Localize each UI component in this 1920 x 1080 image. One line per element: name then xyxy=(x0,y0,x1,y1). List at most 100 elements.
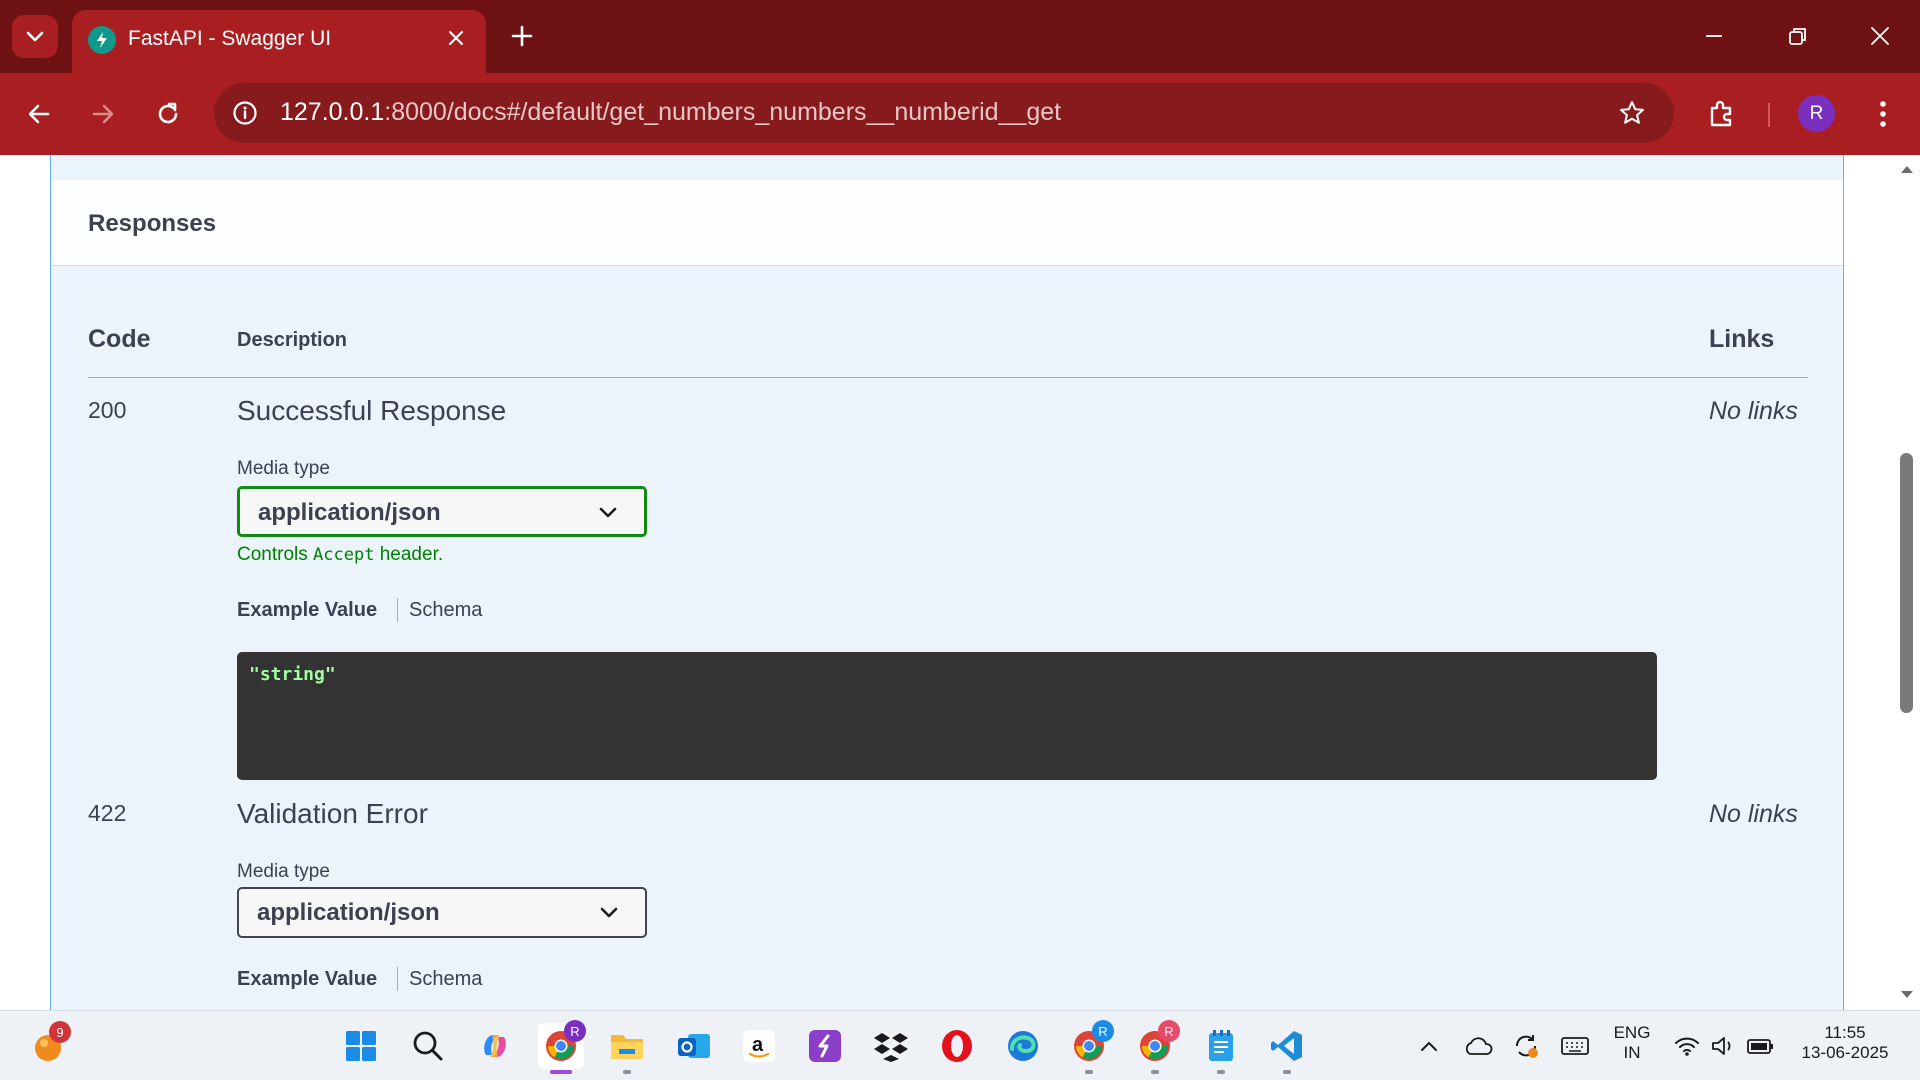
tab-title: FastAPI - Swagger UI xyxy=(128,27,332,50)
url-host: 127.0.0.1 xyxy=(280,98,385,126)
clock-time: 11:55 xyxy=(1824,1023,1866,1042)
notepad-icon[interactable] xyxy=(1198,1023,1244,1074)
scroll-up-arrow-icon[interactable] xyxy=(1899,163,1915,175)
swagger-page: Responses Code Description Links 200 Suc… xyxy=(0,155,1920,1010)
media-type-value: application/json xyxy=(257,899,440,926)
menu-kebab-icon[interactable] xyxy=(1862,93,1904,135)
windows-start-icon[interactable] xyxy=(338,1023,384,1069)
notification-badge: 9 xyxy=(49,1021,71,1043)
url-path: :8000/docs#/default/get_numbers_numbers_… xyxy=(384,98,1062,126)
opera-icon[interactable] xyxy=(934,1023,980,1069)
input-language[interactable]: ENG IN xyxy=(1604,1023,1660,1063)
browser-tab-strip: FastAPI - Swagger UI xyxy=(0,0,1920,73)
page-scrollbar[interactable] xyxy=(1893,155,1920,1010)
response-code: 422 xyxy=(88,800,127,826)
response-links: No links xyxy=(1709,800,1798,828)
forward-icon[interactable] xyxy=(82,93,124,135)
schema-tab[interactable]: Schema xyxy=(409,968,482,991)
chevron-down-icon xyxy=(26,31,44,41)
sync-icon[interactable] xyxy=(1503,1023,1549,1069)
chrome-profile-icon[interactable]: R xyxy=(538,1020,586,1074)
column-header-links: Links xyxy=(1709,325,1775,353)
example-code-block: "string" xyxy=(237,652,1657,780)
tab-separator xyxy=(397,598,398,622)
media-type-value: application/json xyxy=(258,499,441,526)
tab-search-button[interactable] xyxy=(12,15,58,58)
accept-header-code: Accept xyxy=(313,545,375,565)
media-type-label: Media type xyxy=(237,861,330,882)
address-bar[interactable]: 127.0.0.1:8000/docs#/default/get_numbers… xyxy=(214,83,1674,143)
response-description: Validation Error xyxy=(237,798,428,829)
running-indicator xyxy=(1151,1070,1159,1074)
vscode-icon[interactable] xyxy=(1264,1023,1310,1074)
response-code: 200 xyxy=(88,397,127,423)
media-type-select[interactable]: application/json xyxy=(237,887,647,938)
copilot-icon[interactable] xyxy=(472,1023,518,1069)
responses-header: Responses xyxy=(51,180,1843,266)
clock[interactable]: 11:55 13-06-2025 xyxy=(1790,1023,1900,1063)
schema-tab[interactable]: Schema xyxy=(409,599,482,622)
chrome-profile-2-badge: R xyxy=(1092,1020,1114,1042)
running-indicator xyxy=(1217,1070,1225,1074)
profile-avatar[interactable]: R xyxy=(1798,95,1835,132)
site-info-icon[interactable] xyxy=(228,96,262,130)
response-description: Successful Response xyxy=(237,395,507,426)
outlook-icon[interactable] xyxy=(671,1023,717,1069)
close-tab-icon[interactable] xyxy=(442,24,470,52)
operation-block: Responses Code Description Links 200 Suc… xyxy=(50,155,1844,1010)
running-indicator xyxy=(623,1070,631,1074)
search-icon[interactable] xyxy=(405,1023,451,1069)
column-header-description: Description xyxy=(237,329,348,351)
chevron-down-icon xyxy=(600,907,618,918)
reload-icon[interactable] xyxy=(147,93,189,135)
windows-taskbar: 9 R a R R ENG IN 11:55 13-06-2025 xyxy=(0,1010,1920,1080)
bookmark-star-icon[interactable] xyxy=(1614,95,1650,131)
svg-text:a: a xyxy=(752,1034,764,1056)
language-text: ENG xyxy=(1613,1023,1651,1042)
controls-suffix: header. xyxy=(374,544,444,565)
close-window-icon[interactable] xyxy=(1858,16,1902,56)
responses-title: Responses xyxy=(88,210,217,237)
toolbar-divider xyxy=(1768,103,1770,127)
minimize-icon[interactable] xyxy=(1692,16,1736,56)
scroll-down-arrow-icon[interactable] xyxy=(1899,989,1915,1001)
show-hidden-icons-chevron-icon[interactable] xyxy=(1406,1023,1452,1069)
edge-icon[interactable] xyxy=(1000,1023,1046,1069)
media-type-select[interactable]: application/json xyxy=(237,486,647,537)
running-indicator xyxy=(1283,1070,1291,1074)
example-value-tab[interactable]: Example Value xyxy=(237,968,377,991)
clipchamp-icon[interactable] xyxy=(802,1023,848,1069)
example-value-tab[interactable]: Example Value xyxy=(237,599,377,622)
chrome-profile-3-icon[interactable]: R xyxy=(1132,1020,1180,1074)
keyboard-icon[interactable] xyxy=(1552,1023,1598,1069)
browser-toolbar: 127.0.0.1:8000/docs#/default/get_numbers… xyxy=(0,73,1920,155)
url-text[interactable]: 127.0.0.1:8000/docs#/default/get_numbers… xyxy=(280,98,1061,127)
new-tab-icon[interactable] xyxy=(502,16,542,56)
browser-tab[interactable]: FastAPI - Swagger UI xyxy=(72,10,486,73)
chrome-profile-3-badge: R xyxy=(1158,1020,1180,1042)
tab-separator xyxy=(397,967,398,991)
column-header-code: Code xyxy=(88,325,151,353)
extensions-icon[interactable] xyxy=(1700,93,1742,135)
example-value-text: "string" xyxy=(249,664,336,685)
running-indicator xyxy=(1085,1070,1093,1074)
dropbox-icon[interactable] xyxy=(868,1023,914,1069)
clock-date: 13-06-2025 xyxy=(1801,1043,1889,1062)
scrollbar-thumb[interactable] xyxy=(1900,453,1913,713)
restore-icon[interactable] xyxy=(1776,16,1820,56)
chrome-profile-2-icon[interactable]: R xyxy=(1066,1020,1114,1074)
battery-icon[interactable] xyxy=(1738,1023,1784,1069)
media-type-label: Media type xyxy=(237,458,330,479)
amazon-icon[interactable]: a xyxy=(736,1023,782,1069)
running-indicator xyxy=(550,1070,572,1074)
response-links: No links xyxy=(1709,397,1798,425)
notification-fruit-icon[interactable]: 9 xyxy=(25,1021,71,1069)
back-icon[interactable] xyxy=(18,93,60,135)
onedrive-cloud-icon[interactable] xyxy=(1455,1023,1501,1069)
chrome-profile-badge: R xyxy=(564,1020,586,1042)
region-text: IN xyxy=(1623,1043,1641,1062)
file-explorer-icon[interactable] xyxy=(604,1023,650,1074)
chevron-down-icon xyxy=(599,507,617,518)
controls-accept-note: Controls Accept header. xyxy=(237,544,443,566)
header-divider xyxy=(88,377,1808,378)
